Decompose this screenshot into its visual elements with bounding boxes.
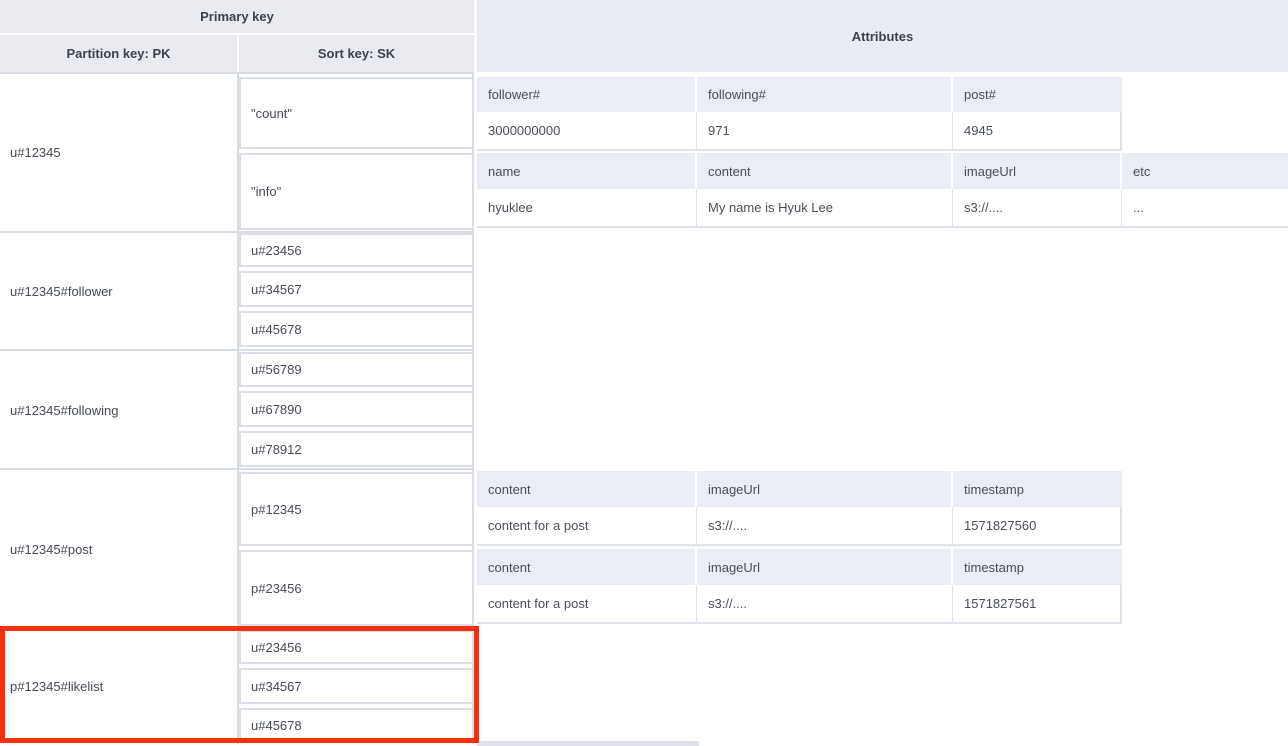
attr-header-cell: post#: [953, 77, 1122, 112]
attr-table-post-1: content imageUrl timestamp content for a…: [477, 471, 1122, 546]
pk-u12345-following: u#12345#following: [10, 403, 118, 419]
attr-header-cell: imageUrl: [697, 471, 953, 507]
sk-cell: u#78912: [239, 431, 474, 467]
attr-value-cell: 971: [697, 112, 953, 151]
sk-cell-p23456: p#23456: [239, 550, 474, 626]
sk-cell: u#45678: [239, 311, 474, 347]
attr-value-cell: s3://....: [697, 585, 953, 624]
highlight-box-likelist: [0, 626, 479, 743]
next-attr-table-edge: [477, 741, 699, 746]
pk-u12345-follower: u#12345#follower: [10, 284, 113, 300]
attr-value-cell: ...: [1122, 189, 1288, 228]
attr-value-cell: My name is Hyuk Lee: [697, 189, 953, 228]
attr-value-cell: 1571827560: [953, 507, 1122, 546]
attr-header-cell: timestamp: [953, 471, 1122, 507]
attr-header-cell: name: [477, 153, 697, 189]
pk-u12345: u#12345: [10, 145, 61, 161]
attr-value-cell: content for a post: [477, 585, 697, 624]
attr-value-cell: s3://....: [953, 189, 1122, 228]
attr-value-cell: hyuklee: [477, 189, 697, 228]
sk-cell: u#67890: [239, 391, 474, 427]
attr-value-cell: 3000000000: [477, 112, 697, 151]
sort-key-header: Sort key: SK: [239, 35, 474, 72]
sk-cell: u#56789: [239, 352, 474, 387]
sk-cell: u#23456: [239, 233, 474, 267]
sk-cell: u#34567: [239, 271, 474, 307]
data-model-diagram: Primary key Partition key: PK Sort key: …: [0, 0, 1288, 746]
attributes-header: Attributes: [477, 0, 1288, 72]
attr-header-cell: content: [697, 153, 953, 189]
attr-header-cell: follower#: [477, 77, 697, 112]
pk-u12345-post: u#12345#post: [10, 542, 92, 558]
attr-header-cell: following#: [697, 77, 953, 112]
attr-value-cell: 4945: [953, 112, 1122, 151]
sk-cell-count: "count": [239, 77, 474, 149]
attr-header-cell: etc: [1122, 153, 1288, 189]
attr-value-cell: content for a post: [477, 507, 697, 546]
attr-value-cell: 1571827561: [953, 585, 1122, 624]
attr-table-post-2: content imageUrl timestamp content for a…: [477, 549, 1122, 624]
attr-header-cell: content: [477, 471, 697, 507]
attr-header-cell: content: [477, 549, 697, 585]
sk-cell-p12345: p#12345: [239, 472, 474, 546]
attr-value-cell: s3://....: [697, 507, 953, 546]
attr-header-cell: imageUrl: [953, 153, 1122, 189]
attr-table-info: name content imageUrl etc hyuklee My nam…: [477, 153, 1288, 228]
partition-key-header: Partition key: PK: [0, 35, 237, 72]
sk-cell-info: "info": [239, 153, 474, 230]
attr-table-count: follower# following# post# 3000000000 97…: [477, 77, 1122, 151]
attr-header-cell: timestamp: [953, 549, 1122, 585]
primary-key-header: Primary key: [0, 0, 474, 33]
attr-header-cell: imageUrl: [697, 549, 953, 585]
